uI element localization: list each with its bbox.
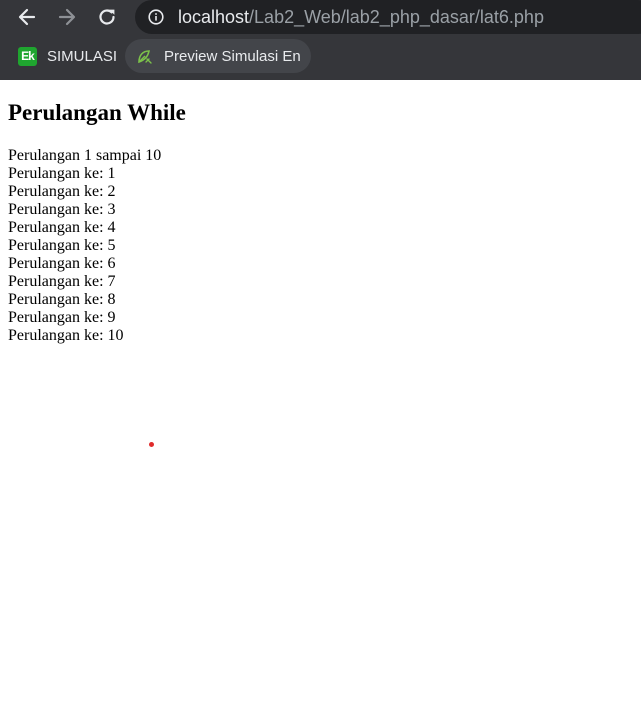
bookmarks-bar: Ek SIMULASI Preview Simulasi En... [0, 36, 641, 76]
back-button[interactable] [14, 4, 40, 30]
loop-line: Perulangan ke: 7 [8, 273, 116, 290]
loop-line: Perulangan ke: 3 [8, 201, 116, 218]
address-url[interactable]: localhost/Lab2_Web/lab2_php_dasar/lat6.p… [178, 7, 544, 27]
arrow-right-icon [58, 8, 76, 26]
loop-line: Perulangan ke: 10 [8, 327, 124, 344]
loop-line: Perulangan ke: 6 [8, 255, 116, 272]
loop-line: Perulangan ke: 8 [8, 291, 116, 308]
page-title: Perulangan While [8, 100, 186, 125]
intro-line: Perulangan 1 sampai 10 [8, 147, 162, 164]
url-host: localhost [178, 7, 250, 27]
address-bar[interactable]: localhost/Lab2_Web/lab2_php_dasar/lat6.p… [135, 0, 641, 34]
forward-button[interactable] [54, 4, 80, 30]
loop-line: Perulangan ke: 1 [8, 165, 116, 182]
page-content: Perulangan While Perulangan 1 sampai 10 … [0, 80, 641, 702]
bookmark-label: Preview Simulasi En... [164, 47, 301, 65]
bookmark-label: SIMULASI [47, 47, 118, 65]
ek-leaf-icon [138, 49, 152, 64]
url-path: /Lab2_Web/lab2_php_dasar/lat6.php [249, 7, 544, 27]
bookmark-simulasi[interactable]: Ek SIMULASI [12, 39, 125, 73]
reload-button[interactable] [94, 4, 120, 30]
info-icon[interactable] [148, 9, 164, 25]
ek-logo-icon: Ek [18, 46, 37, 66]
reload-icon [99, 9, 115, 25]
browser-toolbar: localhost/Lab2_Web/lab2_php_dasar/lat6.p… [0, 0, 641, 34]
browser-chrome: localhost/Lab2_Web/lab2_php_dasar/lat6.p… [0, 0, 641, 80]
arrow-left-icon [18, 8, 36, 26]
cursor-dot [149, 442, 154, 447]
loop-line: Perulangan ke: 9 [8, 309, 116, 326]
loop-line: Perulangan ke: 2 [8, 183, 116, 200]
loop-output: Perulangan 1 sampai 10 Perulangan ke: 1 … [8, 147, 161, 345]
loop-line: Perulangan ke: 4 [8, 219, 116, 236]
bookmark-preview-simulasi[interactable]: Preview Simulasi En... [125, 39, 311, 73]
loop-line: Perulangan ke: 5 [8, 237, 116, 254]
